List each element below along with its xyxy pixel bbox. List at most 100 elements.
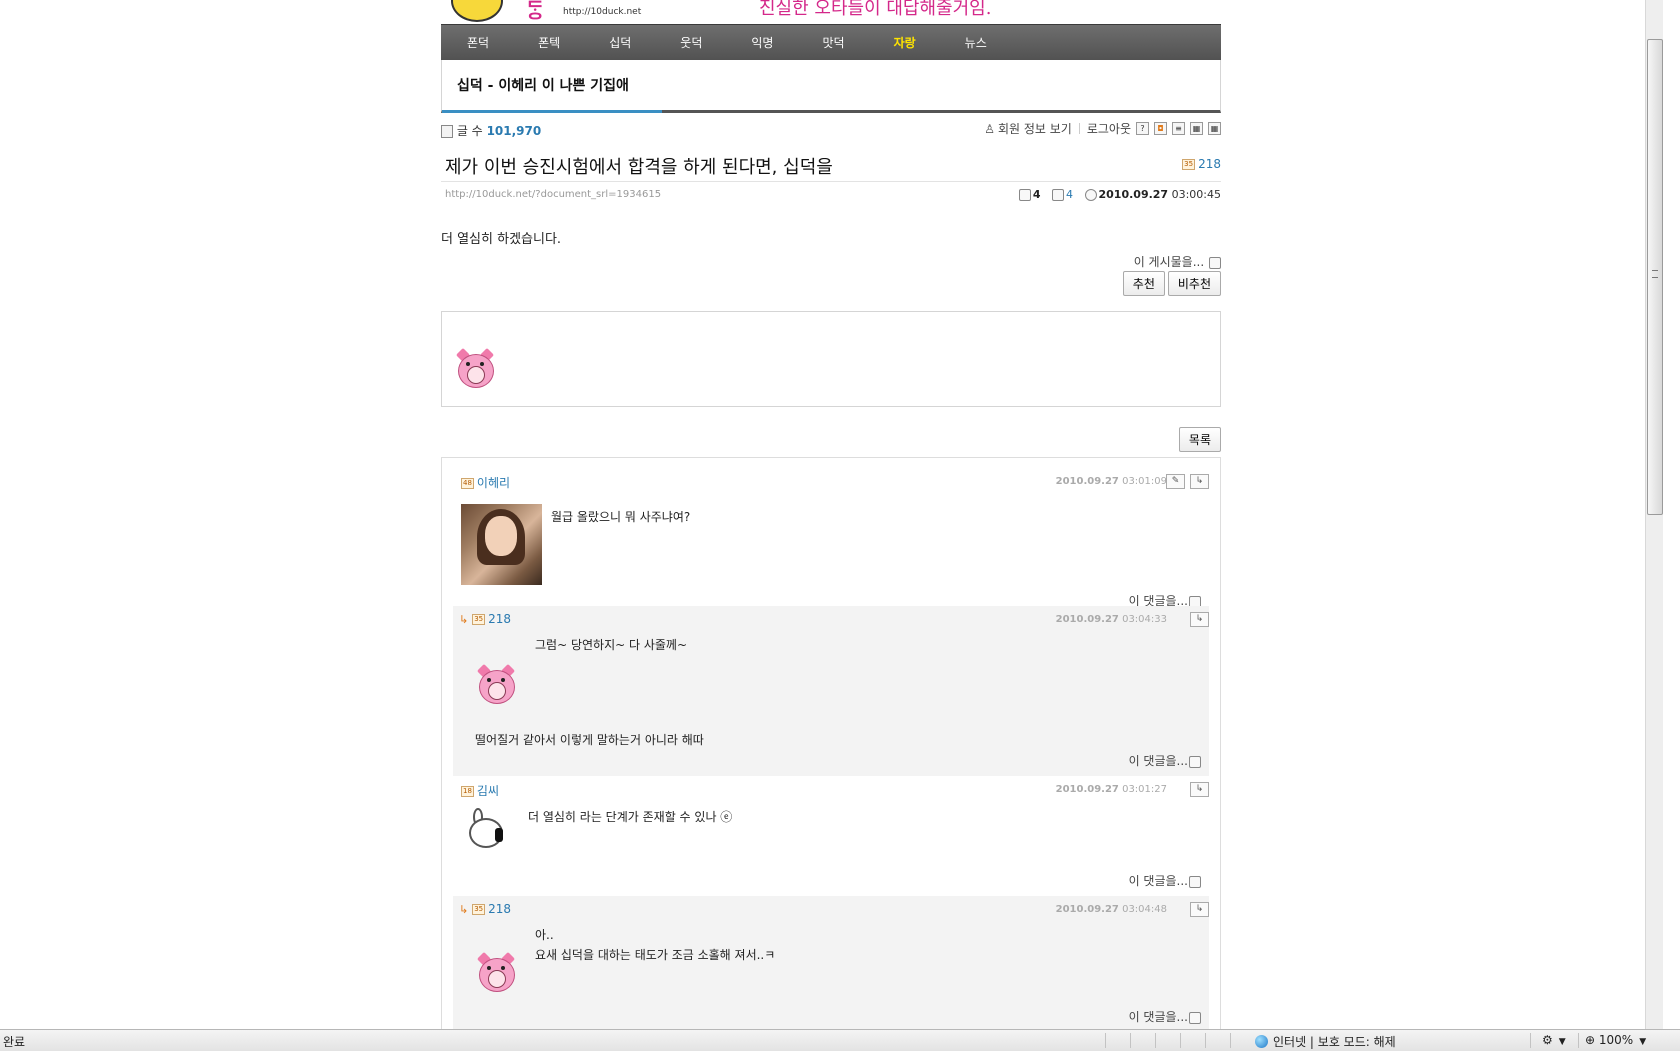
list-button[interactable]: 목록 [1178,427,1221,452]
comment-menu-label[interactable]: 이 댓글을... [1129,754,1188,768]
divider [1078,123,1080,134]
nav-item-phone-tech[interactable]: 폰텍 [538,34,560,51]
nav-item-news[interactable]: 뉴스 [965,34,987,51]
nav-item-phone-duck[interactable]: 폰덕 [467,34,489,51]
comment-author-name[interactable]: 218 [488,612,511,626]
level-icon: 35 [1182,159,1196,170]
comment-menu-label[interactable]: 이 댓글을... [1129,1010,1188,1024]
comment-reply-item: ↳ 35 218 2010.09.27 03:04:48 ↳ 아.. 요새 십덕을 … [453,896,1209,1029]
comment-list: 48 이헤리 2010.09.27 03:01:09 ✎ ↳ 월급 올랐으니 뭐 … [441,458,1221,1029]
document-actions: 이 게시물을... 추천 비추천 [441,247,1221,296]
edit-icon[interactable]: ✎ [1166,474,1185,489]
zoom-icon: ⊕ [1585,1033,1596,1047]
zoom-level[interactable]: 100% [1599,1033,1633,1047]
comment-date-day: 2010.09.27 [1055,904,1119,915]
comment-menu-label[interactable]: 이 댓글을... [1129,874,1188,888]
comment-date: 2010.09.27 03:04:48 [1056,904,1167,915]
divider [1578,1033,1579,1048]
comment-author[interactable]: 48 이헤리 [461,474,510,491]
user-photo-avatar [461,504,542,585]
divider [1180,1033,1181,1048]
document-meta: 4 4 2010.09.27 03:00:45 [1011,188,1221,201]
comment-text-line-2: 요새 십덕을 대하는 태도가 조금 소홀해 져서..ㅋ [535,948,776,962]
rss-icon[interactable]: ◘ [1154,122,1167,135]
document-title: 제가 이번 승진시험에서 합격을 하게 된다면, 십덕을 [445,157,833,178]
member-icon: ♙ [984,121,995,136]
author-signature-box [441,311,1221,407]
nav-item-brag[interactable]: 자랑 [894,34,916,51]
reply-icon[interactable]: ↳ [1190,474,1209,489]
level-icon: 35 [472,904,486,915]
add-ons-icon[interactable]: ⚙ ▼ [1542,1033,1566,1047]
comment-item: 48 이헤리 2010.09.27 03:01:09 ✎ ↳ 월급 올랐으니 뭐 … [453,468,1209,608]
document-meta-row: http://10duck.net/?document_srl=1934615 … [441,182,1221,208]
comment-time: 03:01:27 [1122,784,1167,795]
document-author[interactable]: 35 218 [1182,157,1221,171]
comment-date: 2010.09.27 03:04:33 [1056,614,1167,625]
document-date: 2010.09.27 [1098,188,1169,201]
nav-item-food[interactable]: 맛덕 [822,34,844,51]
this-post-label[interactable]: 이 게시물을... [1134,255,1204,269]
document-time: 03:00:45 [1171,188,1221,201]
this-post-menu[interactable]: 이 게시물을... [1134,253,1221,270]
comment-date: 2010.09.27 03:01:27 [1056,784,1167,795]
comment-author[interactable]: ↳ 35 218 [459,612,511,626]
comment-count: 4 [1032,188,1041,201]
level-icon: 48 [461,478,474,489]
document-header: 제가 이번 승진시험에서 합격을 하게 된다면, 십덕을 35 218 [441,147,1221,182]
site-logo[interactable]: ᄃᆞᆼ [526,0,546,23]
board-tools: ♙ 회원 정보 보기 로그아웃 ? ◘ ≡ ▦ ▦ [984,120,1221,137]
comment-menu[interactable]: 이 댓글을... [1129,1008,1201,1025]
list-view-icon[interactable]: ≡ [1172,122,1185,135]
divider [1205,1033,1206,1048]
nav-item-anonymous[interactable]: 익명 [751,34,773,51]
zoom-control[interactable]: ⊕ 100% ▼ [1585,1033,1646,1047]
comment-author-name[interactable]: 이헤리 [477,476,510,490]
vertical-scrollbar[interactable] [1645,0,1663,1029]
document-author-name[interactable]: 218 [1198,157,1221,171]
comment-reply-item: ↳ 35 218 2010.09.27 03:04:33 ↳ 그럼~ 당연하지~ 다… [453,606,1209,776]
post-count: 글 수 101,970 [441,122,541,139]
comment-author[interactable]: 18 김씨 [461,782,499,799]
comment-text: 월급 올랐으니 뭐 사주냐여? [551,510,691,524]
list-button-row: 목록 [441,407,1221,458]
comment-menu[interactable]: 이 댓글을... [1129,752,1201,769]
comment-author-name[interactable]: 김씨 [477,784,499,798]
comment-menu-icon[interactable] [1189,755,1201,768]
vote-buttons: 추천 비추천 [1122,271,1221,296]
security-zone-label[interactable]: 인터넷 | 보호 모드: 해제 [1273,1033,1396,1050]
nav-item-humor[interactable]: 웃덕 [680,34,702,51]
reply-icon[interactable]: ↳ [1190,612,1209,627]
post-count-label: 글 수 [456,124,483,138]
level-icon: 35 [472,614,486,625]
help-icon[interactable]: ? [1136,122,1149,135]
post-menu-icon[interactable] [1209,256,1221,269]
not-recommend-button[interactable]: 비추천 [1167,271,1221,296]
scrollbar-thumb[interactable] [1647,39,1663,515]
nav-item-sipduck[interactable]: 십덕 [609,34,631,51]
comment-date: 2010.09.27 03:01:09 [1056,476,1167,487]
reply-icon[interactable]: ↳ [1190,902,1209,917]
comment-menu[interactable]: 이 댓글을... [1129,872,1201,889]
comment-menu-icon[interactable] [1189,875,1201,888]
comment-time: 03:04:33 [1122,614,1167,625]
member-info-link[interactable]: 회원 정보 보기 [998,120,1072,137]
reply-icon[interactable]: ↳ [1190,782,1209,797]
document-url[interactable]: http://10duck.net/?document_srl=1934615 [445,189,661,200]
board-title[interactable]: 십덕 - 이헤리 이 나쁜 기집애 [457,75,629,95]
gallery-view-icon[interactable]: ▦ [1208,122,1221,135]
browser-status-bar: 완료 인터넷 | 보호 모드: 해제 ⚙ ▼ ⊕ 100% ▼ [0,1029,1680,1051]
recommend-button[interactable]: 추천 [1122,271,1165,296]
main-nav: 폰덕 폰텍 십덕 웃덕 익명 맛덕 자랑 뉴스 [441,24,1221,60]
comment-author[interactable]: ↳ 35 218 [459,902,511,916]
divider [1530,1033,1531,1048]
comment-date-day: 2010.09.27 [1055,614,1119,625]
document-icon [441,125,453,138]
comment-menu-icon[interactable] [1189,1011,1201,1024]
logout-link[interactable]: 로그아웃 [1087,120,1131,137]
comment-author-name[interactable]: 218 [488,902,511,916]
security-zone[interactable]: 인터넷 | 보호 모드: 해제 [1255,1033,1396,1050]
board-title-underline [442,110,662,113]
webzine-view-icon[interactable]: ▦ [1190,122,1203,135]
read-count-icon [1052,189,1064,201]
